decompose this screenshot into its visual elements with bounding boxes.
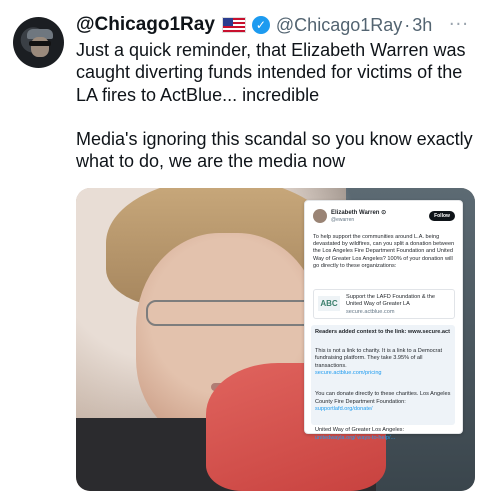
embedded-tweet-body: To help support the communities around L… [313,234,455,269]
note-link-2: supportlafd.org/donate/ [315,405,373,412]
embedded-follow-button: Follow [429,211,455,221]
tweet-header: @Chicago1Ray ✓ @Chicago1Ray · 3h [76,13,432,37]
embedded-link-title: Support the LAFD Foundation & the United… [346,294,435,308]
tweet-timestamp[interactable]: 3h [412,15,432,36]
embedded-avatar [313,209,327,223]
tweet-media-image[interactable]: Elizabeth Warren ⊙ @ewarren Follow To he… [76,188,475,491]
avatar-sunglasses [29,41,51,46]
note-line-1: This is not a link to charity. It is a l… [315,348,443,369]
embedded-link-url: secure.actblue.com [346,309,395,315]
note-line-3: United Way of Greater Los Angeles: [315,427,405,434]
embedded-tweet-screenshot: Elizabeth Warren ⊙ @ewarren Follow To he… [304,200,463,441]
note-link-1: secure.actblue.com/pricing [315,369,382,376]
more-options-icon[interactable]: ··· [449,14,469,35]
note-link-3: unitedwayla.org/ ways-to-help/... [315,434,396,441]
avatar-face [31,37,49,57]
verified-badge-icon: ✓ [251,16,270,34]
actblue-logo: ABC [318,296,340,311]
dot-separator: · [404,14,411,35]
embedded-author-handle: @ewarren [331,217,355,223]
community-note-body: This is not a link to charity. It is a l… [315,341,451,442]
portrait-glasses [146,300,320,326]
user-handle[interactable]: @Chicago1Ray [276,15,402,36]
us-flag-icon [221,17,246,33]
tweet-text: Just a quick reminder, that Elizabeth Wa… [76,40,473,172]
community-note-header: Readers added context to the link: www.s… [315,329,451,335]
author-avatar[interactable] [13,17,64,68]
embedded-link-card: ABC Support the LAFD Foundation & the Un… [313,289,455,319]
display-name[interactable]: @Chicago1Ray [76,14,215,36]
community-note: Readers added context to the link: www.s… [311,325,455,441]
note-line-2: You can donate directly to these chariti… [315,391,451,405]
